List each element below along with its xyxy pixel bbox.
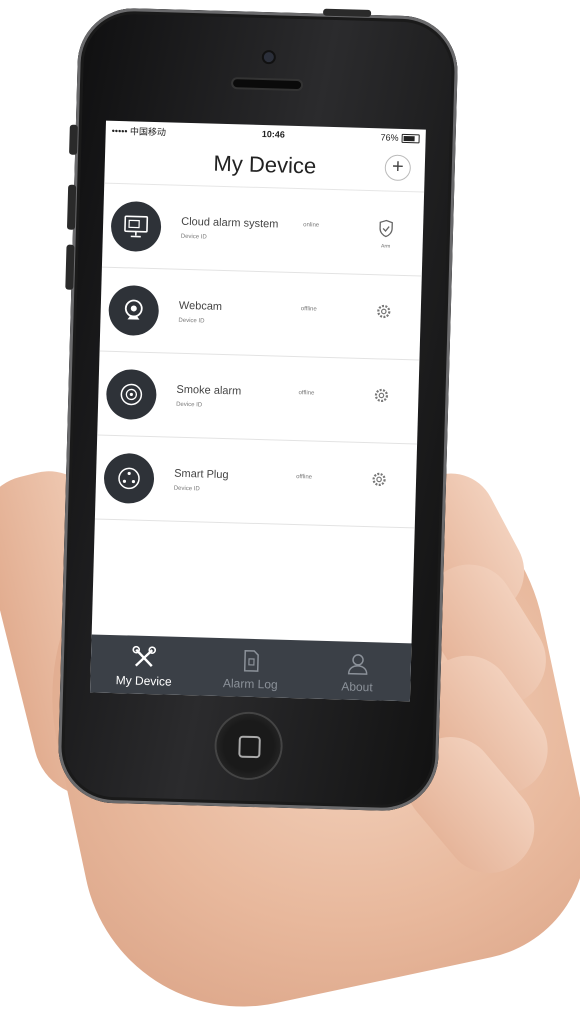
tab-label: About: [341, 679, 373, 694]
status-right: 76%: [380, 132, 419, 143]
arm-button[interactable]: Arm: [371, 219, 402, 250]
device-name: Smart Plug: [174, 467, 296, 482]
tab-bar: My Device Alarm Log About: [90, 634, 411, 701]
page-title: My Device: [213, 151, 316, 180]
device-text: Smart Plug Device ID: [174, 467, 297, 494]
battery-percent: 76%: [380, 132, 398, 142]
phone-screen: ••••• 中国移动 10:46 76% My Device +: [90, 121, 426, 702]
plug-icon: [103, 452, 154, 503]
device-settings-button[interactable]: [366, 387, 397, 409]
earpiece-speaker: [233, 79, 301, 89]
document-icon: [241, 649, 262, 674]
device-text: Smoke alarm Device ID: [176, 383, 299, 410]
home-button[interactable]: [216, 713, 282, 779]
device-list: Cloud alarm system Device ID online Arm: [95, 184, 424, 529]
device-id-label: Device ID: [181, 233, 303, 242]
device-id-label: Device ID: [178, 317, 300, 326]
battery-icon: [402, 133, 420, 142]
device-text: Cloud alarm system Device ID: [181, 215, 304, 242]
gear-icon: [376, 303, 392, 319]
add-device-button[interactable]: +: [384, 154, 411, 181]
device-item-smoke-alarm[interactable]: Smoke alarm Device ID offline: [97, 352, 419, 445]
status-time: 10:46: [262, 129, 285, 140]
device-name: Smoke alarm: [176, 383, 298, 398]
device-id-label: Device ID: [174, 485, 296, 494]
device-status: offline: [301, 306, 337, 313]
front-camera: [264, 52, 274, 62]
tab-alarm-log[interactable]: Alarm Log: [197, 637, 305, 698]
device-item-webcam[interactable]: Webcam Device ID offline: [100, 268, 422, 361]
volume-down-button: [65, 245, 74, 290]
tab-label: Alarm Log: [223, 676, 278, 692]
device-item-smart-plug[interactable]: Smart Plug Device ID offline: [95, 436, 417, 529]
mute-switch: [69, 125, 78, 155]
webcam-icon: [108, 284, 159, 335]
device-settings-button[interactable]: [364, 471, 395, 493]
device-settings-button[interactable]: [368, 303, 399, 325]
user-icon: [345, 652, 370, 677]
monitor-icon: [110, 200, 161, 251]
gear-icon: [371, 471, 387, 487]
device-id-label: Device ID: [176, 401, 298, 410]
smoke-alarm-icon: [106, 368, 157, 419]
arm-label: Arm: [371, 243, 401, 250]
shield-icon: [378, 219, 394, 237]
gear-icon: [373, 387, 389, 403]
device-text: Webcam Device ID: [178, 299, 301, 326]
power-button: [323, 9, 371, 17]
device-status: online: [303, 222, 339, 229]
device-name: Webcam: [179, 299, 301, 314]
device-name: Cloud alarm system: [181, 215, 303, 230]
device-status: offline: [298, 390, 334, 397]
device-item-cloud-alarm[interactable]: Cloud alarm system Device ID online Arm: [102, 184, 424, 277]
home-square-icon: [238, 736, 261, 759]
tab-label: My Device: [116, 673, 172, 689]
carrier-signal: ••••• 中国移动: [112, 123, 167, 138]
tab-my-device[interactable]: My Device: [90, 634, 198, 695]
phone-device: ••••• 中国移动 10:46 76% My Device +: [57, 7, 459, 812]
volume-up-button: [67, 185, 76, 230]
tools-icon: [132, 646, 157, 671]
tab-about[interactable]: About: [303, 640, 411, 701]
device-status: offline: [296, 474, 332, 481]
